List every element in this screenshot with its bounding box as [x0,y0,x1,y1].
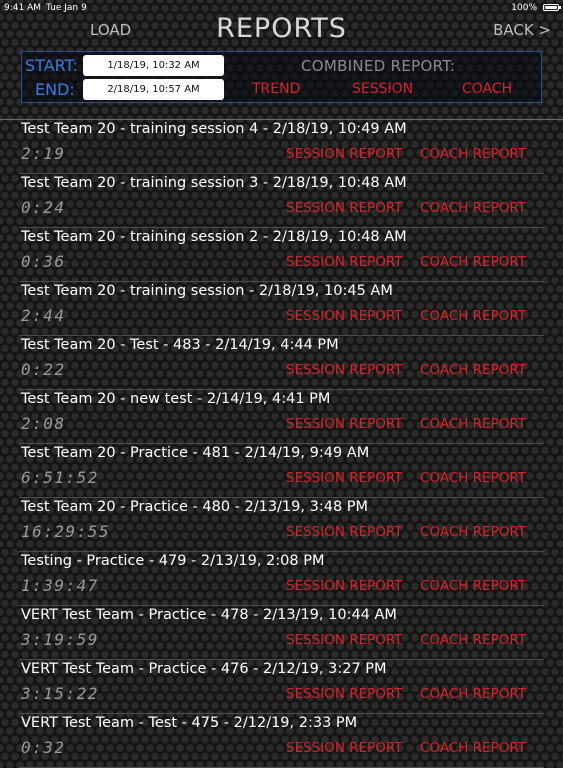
end-date-field[interactable] [83,79,224,100]
report-duration: 6:51:52 [21,468,99,487]
report-duration: 0:32 [21,738,66,757]
report-list: Test Team 20 - training session 4 - 2/18… [0,120,563,768]
session-report-link[interactable]: SESSION REPORT [286,740,403,756]
report-title: VERT Test Team - Practice - 478 - 2/13/1… [21,607,397,623]
report-row[interactable]: Test Team 20 - new test - 2/14/19, 4:41 … [0,390,563,444]
session-report-link[interactable]: SESSION REPORT [286,632,403,648]
report-title: VERT Test Team - Test - 475 - 2/12/19, 2… [21,715,358,731]
report-title: Test Team 20 - new test - 2/14/19, 4:41 … [21,391,331,407]
report-row[interactable]: Test Team 20 - Practice - 480 - 2/13/19,… [0,498,563,552]
report-duration: 0:24 [21,198,66,217]
coach-report-link[interactable]: COACH REPORT [420,416,526,432]
session-report-link[interactable]: SESSION REPORT [286,416,403,432]
coach-report-link[interactable]: COACH REPORT [420,632,526,648]
report-duration: 3:15:22 [21,684,99,703]
report-title: Test Team 20 - Practice - 480 - 2/13/19,… [21,499,369,515]
session-report-link[interactable]: SESSION REPORT [286,308,403,324]
session-report-link[interactable]: SESSION REPORT [286,578,403,594]
start-label: START: [25,56,78,75]
start-date-field[interactable] [83,55,224,76]
report-row[interactable]: Testing - Practice - 479 - 2/13/19, 2:08… [0,552,563,606]
coach-report-link[interactable]: COACH REPORT [420,362,526,378]
back-button[interactable]: BACK > [493,21,551,39]
report-title: Test Team 20 - training session 4 - 2/18… [21,121,407,137]
date-filter-panel: START: END: COMBINED REPORT: TREND SESSI… [21,51,542,103]
combined-session-button[interactable]: SESSION [352,81,413,97]
report-title: Test Team 20 - Practice - 481 - 2/14/19,… [21,445,370,461]
trend-report-button[interactable]: TREND [252,81,300,97]
report-title: Test Team 20 - Test - 483 - 2/14/19, 4:4… [21,337,339,353]
report-title: Test Team 20 - training session 2 - 2/18… [21,229,407,245]
report-row[interactable]: Test Team 20 - training session 3 - 2/18… [0,174,563,228]
battery-icon [543,4,561,11]
coach-report-link[interactable]: COACH REPORT [420,254,526,270]
session-report-link[interactable]: SESSION REPORT [286,686,403,702]
report-duration: 2:19 [21,144,66,163]
session-report-link[interactable]: SESSION REPORT [286,470,403,486]
combined-report-label: COMBINED REPORT: [301,57,456,75]
report-title: Test Team 20 - training session 3 - 2/18… [21,175,407,191]
coach-report-link[interactable]: COACH REPORT [420,200,526,216]
coach-report-link[interactable]: COACH REPORT [420,740,526,756]
report-duration: 2:44 [21,306,66,325]
report-title: Test Team 20 - training session - 2/18/1… [21,283,393,299]
session-report-link[interactable]: SESSION REPORT [286,146,403,162]
report-row[interactable]: VERT Test Team - Test - 475 - 2/12/19, 2… [0,714,563,768]
coach-report-link[interactable]: COACH REPORT [420,146,526,162]
coach-report-link[interactable]: COACH REPORT [420,524,526,540]
report-row[interactable]: VERT Test Team - Practice - 478 - 2/13/1… [0,606,563,660]
report-duration: 16:29:55 [21,522,111,541]
coach-report-link[interactable]: COACH REPORT [420,578,526,594]
session-report-link[interactable]: SESSION REPORT [286,254,403,270]
report-row[interactable]: VERT Test Team - Practice - 476 - 2/12/1… [0,660,563,714]
combined-coach-button[interactable]: COACH [462,81,512,97]
end-label: END: [35,80,75,99]
session-report-link[interactable]: SESSION REPORT [286,362,403,378]
coach-report-link[interactable]: COACH REPORT [420,686,526,702]
coach-report-link[interactable]: COACH REPORT [420,470,526,486]
session-report-link[interactable]: SESSION REPORT [286,524,403,540]
report-duration: 0:22 [21,360,66,379]
report-row[interactable]: Test Team 20 - training session 2 - 2/18… [0,228,563,282]
report-row[interactable]: Test Team 20 - Practice - 481 - 2/14/19,… [0,444,563,498]
report-duration: 2:08 [21,414,66,433]
report-duration: 3:19:59 [21,630,99,649]
page-title: REPORTS [216,13,347,44]
coach-report-link[interactable]: COACH REPORT [420,308,526,324]
session-report-link[interactable]: SESSION REPORT [286,200,403,216]
report-row[interactable]: Test Team 20 - training session - 2/18/1… [0,282,563,336]
report-row[interactable]: Test Team 20 - training session 4 - 2/18… [0,120,563,174]
report-title: Testing - Practice - 479 - 2/13/19, 2:08… [21,553,325,569]
report-duration: 0:36 [21,252,66,271]
report-duration: 1:39:47 [21,576,99,595]
report-row[interactable]: Test Team 20 - Test - 483 - 2/14/19, 4:4… [0,336,563,390]
report-title: VERT Test Team - Practice - 476 - 2/12/1… [21,661,387,677]
